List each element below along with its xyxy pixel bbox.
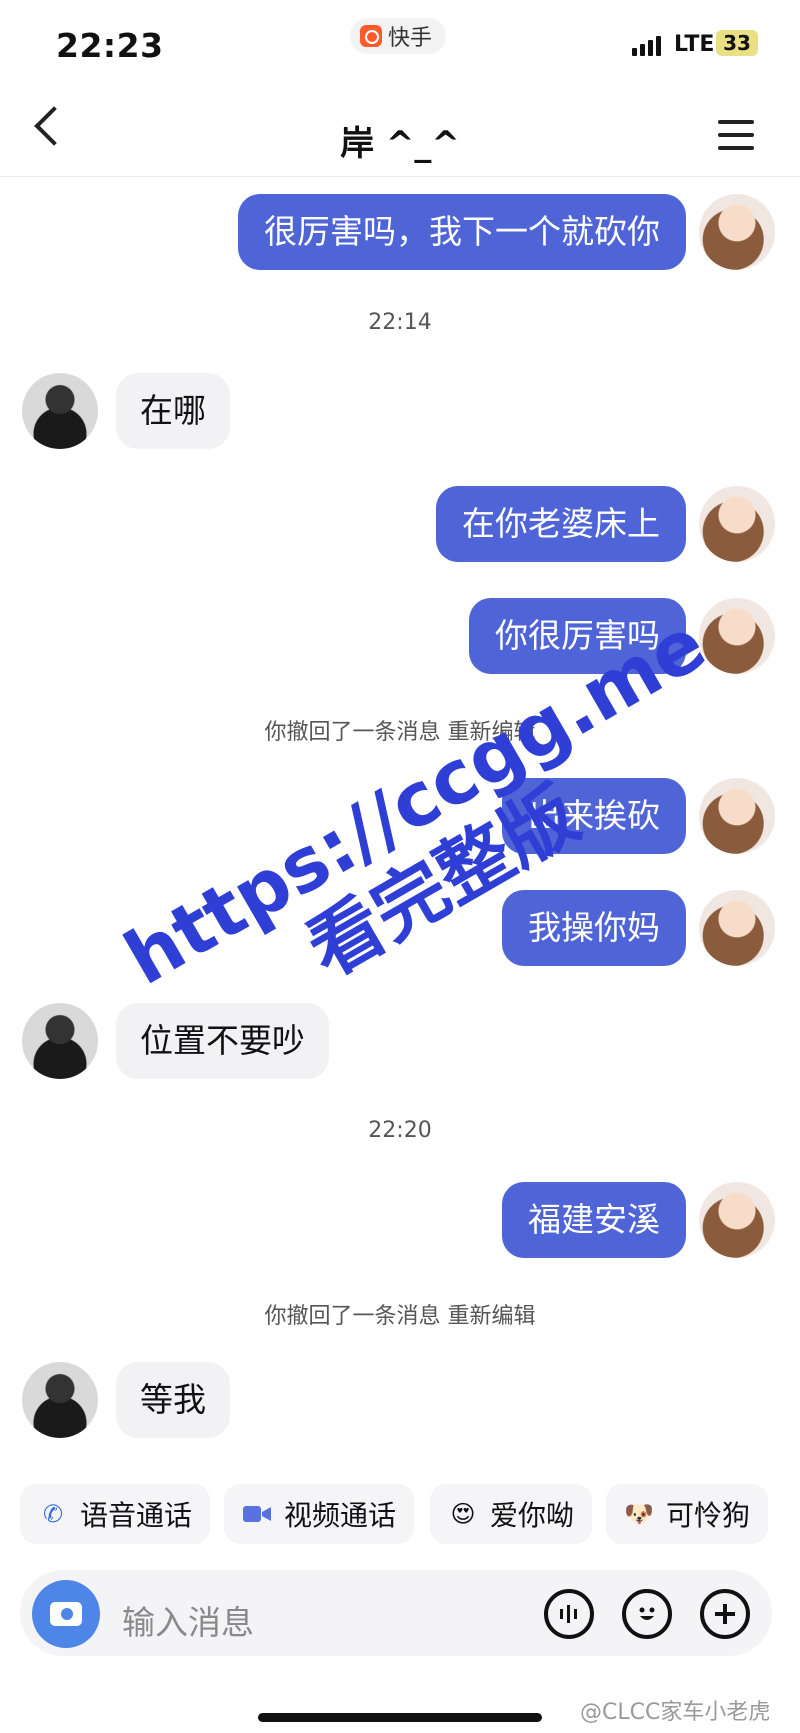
phone-icon: ✆	[42, 1500, 64, 1528]
video-camera-icon	[242, 1499, 272, 1529]
contact-avatar[interactable]	[22, 373, 98, 449]
quick-action-voice-call[interactable]: ✆ 语音通话	[20, 1484, 211, 1544]
quick-action-label: 视频通话	[284, 1499, 397, 1532]
battery-level: 33	[716, 30, 758, 56]
message-bubble-incoming[interactable]: 等我	[116, 1362, 230, 1438]
signal-icon	[632, 36, 661, 56]
menu-icon[interactable]	[718, 120, 754, 150]
message-bubble-incoming[interactable]: 在哪	[116, 373, 230, 449]
contact-avatar[interactable]	[22, 1003, 98, 1079]
quick-action-label: 可怜狗	[666, 1499, 751, 1532]
kuaishou-logo-icon	[360, 25, 382, 47]
quick-action-video-call[interactable]: 视频通话	[224, 1484, 415, 1544]
my-avatar[interactable]	[699, 194, 775, 270]
quick-action-label: 语音通话	[80, 1499, 193, 1532]
my-avatar[interactable]	[699, 486, 775, 562]
message-bubble-outgoing[interactable]: 在你老婆床上	[436, 486, 686, 562]
message-bubble-incoming[interactable]: 位置不要吵	[116, 1003, 329, 1079]
header-divider	[0, 176, 800, 177]
message-bubble-outgoing[interactable]: 出来挨砍	[502, 778, 686, 854]
message-bubble-outgoing[interactable]: 你很厉害吗	[469, 598, 686, 674]
message-input[interactable]: 输入消息	[122, 1596, 254, 1644]
dog-emoji-icon: 🐶	[624, 1500, 654, 1528]
quick-action-label: 爱你呦	[490, 1499, 575, 1532]
heart-eyes-emoji-icon: 😍	[450, 1500, 476, 1528]
source-watermark: @CLCC家车小老虎	[580, 1700, 771, 1725]
contact-avatar[interactable]	[22, 1362, 98, 1438]
network-type: LTE	[674, 32, 715, 57]
message-bubble-outgoing[interactable]: 很厉害吗，我下一个就砍你	[238, 194, 686, 270]
recall-notice[interactable]: 你撤回了一条消息 重新编辑	[0, 1298, 800, 1330]
quick-action-pitiful-dog[interactable]: 🐶 可怜狗	[606, 1484, 769, 1544]
emoji-icon[interactable]	[622, 1589, 672, 1639]
status-time: 22:23	[56, 26, 164, 65]
my-avatar[interactable]	[699, 778, 775, 854]
app-name: 快手	[388, 26, 433, 51]
message-bubble-outgoing[interactable]: 我操你妈	[502, 890, 686, 966]
recall-notice[interactable]: 你撤回了一条消息 重新编辑	[0, 714, 800, 746]
my-avatar[interactable]	[699, 1182, 775, 1258]
timestamp: 22:20	[368, 1118, 432, 1143]
chat-title: 岸 ^_^	[340, 124, 460, 164]
plus-icon[interactable]	[700, 1589, 750, 1639]
camera-icon[interactable]	[32, 1580, 100, 1648]
quick-action-love-you[interactable]: 😍 爱你呦	[430, 1484, 593, 1544]
home-indicator[interactable]	[258, 1713, 542, 1722]
voice-icon[interactable]	[544, 1589, 594, 1639]
my-avatar[interactable]	[699, 598, 775, 674]
my-avatar[interactable]	[699, 890, 775, 966]
app-badge: 快手	[350, 18, 447, 54]
timestamp: 22:14	[368, 310, 432, 335]
message-bubble-outgoing[interactable]: 福建安溪	[502, 1182, 686, 1258]
